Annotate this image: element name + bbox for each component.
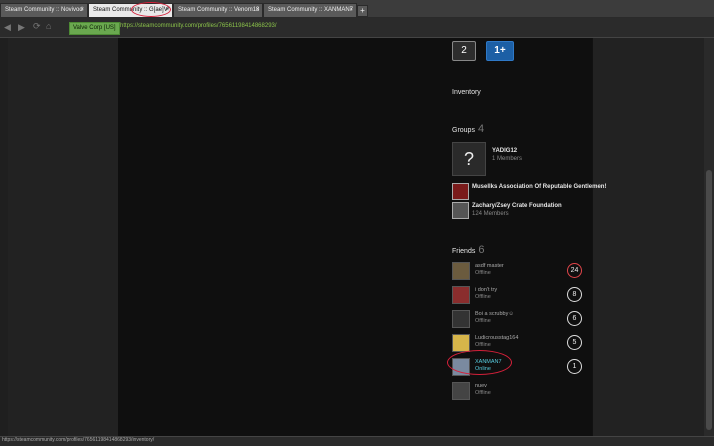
close-icon[interactable]: × bbox=[80, 4, 84, 17]
friend-avatar[interactable] bbox=[452, 334, 470, 352]
home-icon[interactable]: ⌂ bbox=[46, 21, 51, 31]
friend-status: Offline bbox=[475, 342, 491, 348]
friend-level-badge[interactable]: 8 bbox=[567, 287, 582, 302]
url-field[interactable]: https://steamcommunity.com/profiles/7656… bbox=[120, 23, 277, 29]
group-name[interactable]: YADIG12 bbox=[492, 148, 517, 154]
friend-name[interactable]: nuev bbox=[475, 383, 487, 389]
back-icon[interactable]: ◀ bbox=[4, 22, 11, 33]
friend-level-badge[interactable]: 1 bbox=[567, 359, 582, 374]
tab-label: Steam Community :: Novivod bbox=[5, 7, 83, 13]
groups-title: Groups bbox=[452, 127, 475, 134]
friend-level-badge[interactable]: 5 bbox=[567, 335, 582, 350]
tab-novivod[interactable]: Steam Community :: Novivod × bbox=[0, 3, 88, 17]
friend-name[interactable]: Boi a scrubby☺ bbox=[475, 311, 514, 317]
friend-avatar[interactable] bbox=[452, 310, 470, 328]
badge-years[interactable]: 2 bbox=[452, 41, 476, 61]
friend-row[interactable]: nuev Offline bbox=[452, 382, 592, 402]
close-icon[interactable]: × bbox=[349, 4, 353, 17]
site-identity-badge[interactable]: Valve Corp [US] bbox=[69, 22, 120, 35]
friend-name[interactable]: i don't try bbox=[475, 287, 497, 293]
groups-count: 4 bbox=[477, 123, 485, 135]
friend-status: Offline bbox=[475, 390, 491, 396]
status-url: https://steamcommunity.com/profiles/7656… bbox=[2, 437, 155, 443]
friends-heading[interactable]: Friends 6 bbox=[452, 244, 484, 256]
annotation-circle bbox=[447, 350, 512, 375]
friend-name[interactable]: asdf master bbox=[475, 263, 504, 269]
friend-status: Offline bbox=[475, 294, 491, 300]
group-avatar[interactable] bbox=[452, 183, 469, 200]
tab-venom13[interactable]: Steam Community :: Venom13 × bbox=[173, 3, 263, 17]
reload-icon[interactable]: ⟳ bbox=[33, 21, 41, 32]
friends-title: Friends bbox=[452, 248, 476, 255]
group-members: 124 Members bbox=[472, 211, 509, 217]
tab-label: Steam Community :: Venom13 bbox=[178, 7, 260, 13]
friend-avatar[interactable] bbox=[452, 286, 470, 304]
left-panel bbox=[8, 38, 119, 436]
friend-level-badge[interactable]: 24 bbox=[567, 263, 582, 278]
group-members: 1 Members bbox=[492, 156, 523, 162]
group-avatar[interactable] bbox=[452, 202, 469, 219]
scrollbar-thumb[interactable] bbox=[706, 170, 712, 430]
friend-avatar[interactable] bbox=[452, 262, 470, 280]
close-icon[interactable]: × bbox=[255, 4, 259, 17]
friend-level-badge[interactable]: 6 bbox=[567, 311, 582, 326]
tab-xanman7[interactable]: Steam Community :: XANMAN7 × bbox=[263, 3, 357, 17]
friend-name[interactable]: Ludicrousstag164 bbox=[475, 335, 518, 341]
friends-count: 6 bbox=[478, 244, 485, 256]
inventory-link[interactable]: Inventory bbox=[452, 89, 481, 96]
group-name[interactable]: Musellks Association Of Reputable Gentle… bbox=[472, 184, 606, 190]
tab-bar: Steam Community :: Novivod × Steam Commu… bbox=[0, 0, 714, 18]
right-panel bbox=[592, 38, 705, 436]
friend-avatar[interactable] bbox=[452, 382, 470, 400]
group-avatar[interactable]: ? bbox=[452, 142, 486, 176]
friend-status: Offline bbox=[475, 318, 491, 324]
annotation-circle bbox=[131, 2, 171, 17]
group-name[interactable]: Zachary/Zsey Crate Foundation bbox=[472, 203, 562, 209]
forward-icon[interactable]: ▶ bbox=[18, 22, 25, 33]
tab-label: Steam Community :: XANMAN7 bbox=[268, 7, 354, 13]
friend-status: Offline bbox=[475, 270, 491, 276]
groups-heading[interactable]: Groups 4 bbox=[452, 123, 484, 135]
badge-level[interactable]: 1+ bbox=[486, 41, 514, 61]
new-tab-button[interactable]: + bbox=[357, 5, 368, 17]
